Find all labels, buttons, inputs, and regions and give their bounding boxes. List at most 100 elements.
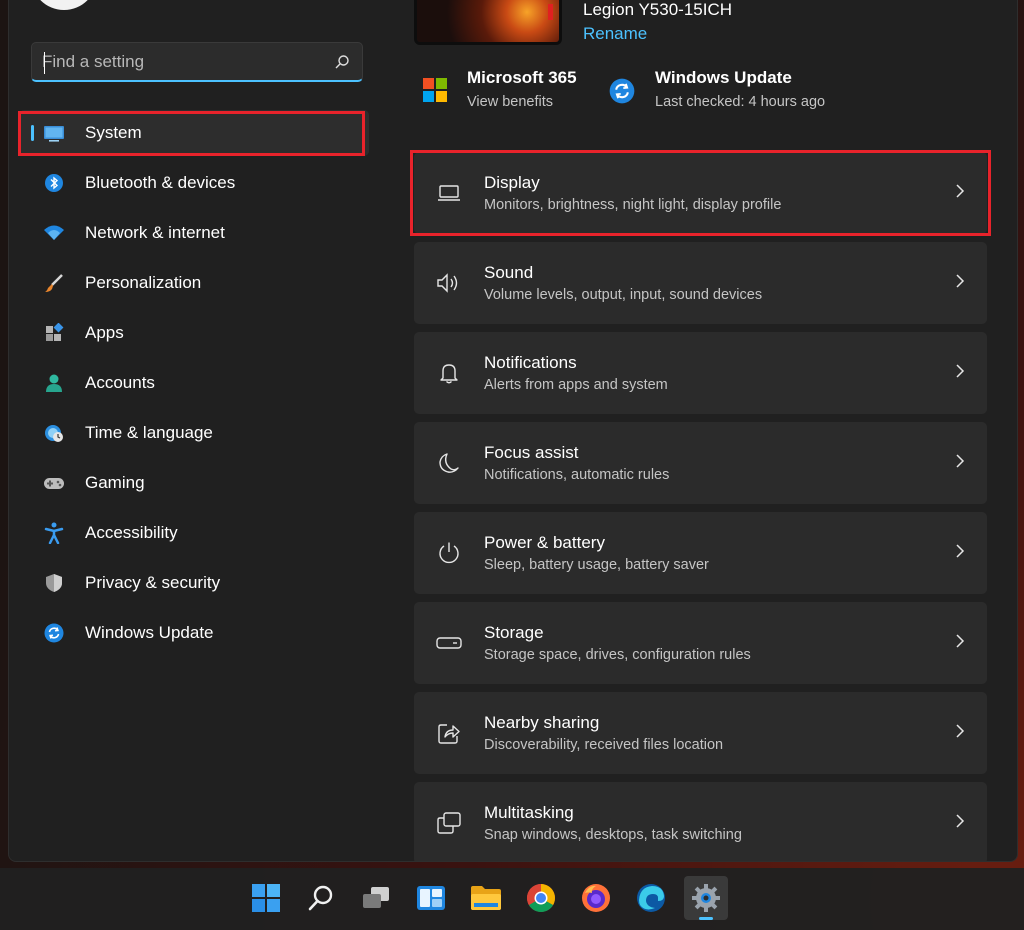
card-title: Display	[484, 173, 540, 192]
device-thumbnail	[414, 0, 562, 45]
settings-icon[interactable]	[684, 876, 728, 920]
card-subtitle: Monitors, brightness, night light, displ…	[484, 197, 782, 213]
sidebar-item-label: Time & language	[85, 423, 213, 442]
windows-update-tile[interactable]: Windows Update Last checked: 4 hours ago	[609, 68, 825, 110]
laptop-icon	[414, 184, 484, 202]
chevron-right-icon	[955, 723, 965, 744]
sidebar-item-apps[interactable]: Apps	[19, 310, 369, 356]
rename-link[interactable]: Rename	[583, 24, 647, 44]
text-caret	[44, 52, 45, 74]
card-title: Focus assist	[484, 443, 579, 462]
wifi-icon	[43, 222, 65, 244]
card-display[interactable]: Display Monitors, brightness, night light…	[414, 152, 987, 234]
card-subtitle: Discoverability, received files location	[484, 737, 724, 753]
card-title: Multitasking	[484, 803, 574, 822]
search-icon[interactable]	[299, 876, 343, 920]
wallpaper-preview	[417, 0, 559, 42]
card-subtitle: Volume levels, output, input, sound devi…	[484, 287, 763, 303]
card-sound[interactable]: Sound Volume levels, output, input, sound…	[414, 242, 987, 324]
sidebar-item-label: Gaming	[85, 473, 145, 492]
sidebar-nav: System Bluetooth & devices Network & int…	[19, 110, 369, 660]
moon-icon	[414, 452, 484, 474]
card-title: Power & battery	[484, 533, 605, 552]
card-subtitle: Alerts from apps and system	[484, 377, 668, 393]
firefox-icon[interactable]	[574, 876, 618, 920]
sidebar-item-network[interactable]: Network & internet	[19, 210, 369, 256]
multitask-icon	[414, 812, 484, 834]
chevron-right-icon	[955, 813, 965, 834]
chevron-right-icon	[955, 273, 965, 294]
card-multitasking[interactable]: Multitasking Snap windows, desktops, task…	[414, 782, 987, 861]
storage-icon	[414, 636, 484, 650]
shield-icon	[43, 572, 65, 594]
settings-cards: Display Monitors, brightness, night light…	[414, 152, 987, 861]
search-icon[interactable]	[334, 54, 350, 75]
file-explorer-icon[interactable]	[464, 876, 508, 920]
chevron-right-icon	[955, 183, 965, 204]
power-icon	[414, 541, 484, 565]
widgets-icon[interactable]	[409, 876, 453, 920]
card-title: Notifications	[484, 353, 577, 372]
card-notifications[interactable]: Notifications Alerts from apps and system	[414, 332, 987, 414]
sidebar-item-label: Windows Update	[85, 623, 214, 642]
sidebar-item-label: Personalization	[85, 273, 202, 292]
device-name: Legion Y530-15ICH	[583, 0, 733, 19]
search-input[interactable]	[42, 50, 322, 74]
person-icon	[43, 372, 65, 394]
card-power-battery[interactable]: Power & battery Sleep, battery usage, bat…	[414, 512, 987, 594]
card-nearby-sharing[interactable]: Nearby sharing Discoverability, received …	[414, 692, 987, 774]
chevron-right-icon	[955, 453, 965, 474]
card-storage[interactable]: Storage Storage space, drives, configurat…	[414, 602, 987, 684]
sidebar-item-label: Network & internet	[85, 223, 225, 242]
sidebar-item-accounts[interactable]: Accounts	[19, 360, 369, 406]
bluetooth-icon	[43, 172, 65, 194]
sidebar-item-label: Accessibility	[85, 523, 178, 542]
apps-icon	[43, 322, 65, 344]
taskbar	[0, 868, 1024, 930]
sidebar-item-time-language[interactable]: Time & language	[19, 410, 369, 456]
sidebar-item-gaming[interactable]: Gaming	[19, 460, 369, 506]
card-title: Sound	[484, 263, 534, 282]
sidebar-item-privacy[interactable]: Privacy & security	[19, 560, 369, 606]
card-subtitle: Storage space, drives, configuration rul…	[484, 647, 751, 663]
accessibility-icon	[43, 522, 65, 544]
task-view-icon[interactable]	[354, 876, 398, 920]
sidebar-item-accessibility[interactable]: Accessibility	[19, 510, 369, 556]
card-title: Storage	[484, 623, 544, 642]
card-subtitle: Snap windows, desktops, task switching	[484, 827, 742, 843]
sidebar-item-windows-update[interactable]: Windows Update	[19, 610, 369, 656]
microsoft-365-tile[interactable]: Microsoft 365 View benefits	[423, 68, 577, 110]
card-focus-assist[interactable]: Focus assist Notifications, automatic rul…	[414, 422, 987, 504]
wallpaper-mark	[548, 4, 553, 20]
share-icon	[414, 721, 484, 745]
edge-icon[interactable]	[629, 876, 673, 920]
card-subtitle: Sleep, battery usage, battery saver	[484, 557, 709, 573]
sidebar-item-bluetooth[interactable]: Bluetooth & devices	[19, 160, 369, 206]
chevron-right-icon	[955, 543, 965, 564]
windows-update-title: Windows Update	[655, 68, 792, 87]
globe-clock-icon	[43, 422, 65, 444]
microsoft-365-title: Microsoft 365	[467, 68, 577, 87]
sidebar-item-personalization[interactable]: Personalization	[19, 260, 369, 306]
speaker-icon	[414, 273, 484, 293]
sync-icon	[609, 78, 635, 109]
avatar[interactable]	[31, 0, 97, 10]
sync-icon	[43, 622, 65, 644]
sidebar-item-label: Apps	[85, 323, 124, 342]
sidebar-item-label: Bluetooth & devices	[85, 173, 236, 192]
bell-icon	[414, 362, 484, 384]
chrome-icon[interactable]	[519, 876, 563, 920]
card-title: Nearby sharing	[484, 713, 600, 732]
chevron-right-icon	[955, 633, 965, 654]
microsoft-logo-icon	[423, 78, 447, 102]
search-box[interactable]	[31, 42, 363, 82]
sidebar-item-label: Accounts	[85, 373, 155, 392]
card-subtitle: Notifications, automatic rules	[484, 467, 670, 483]
microsoft-365-subtitle: View benefits	[467, 94, 553, 110]
monitor-icon	[43, 122, 65, 144]
sidebar-item-system[interactable]: System	[19, 110, 369, 156]
sidebar-item-label: System	[85, 123, 142, 142]
settings-window: System Bluetooth & devices Network & int…	[8, 0, 1018, 862]
start-icon[interactable]	[244, 876, 288, 920]
brush-icon	[43, 272, 65, 294]
